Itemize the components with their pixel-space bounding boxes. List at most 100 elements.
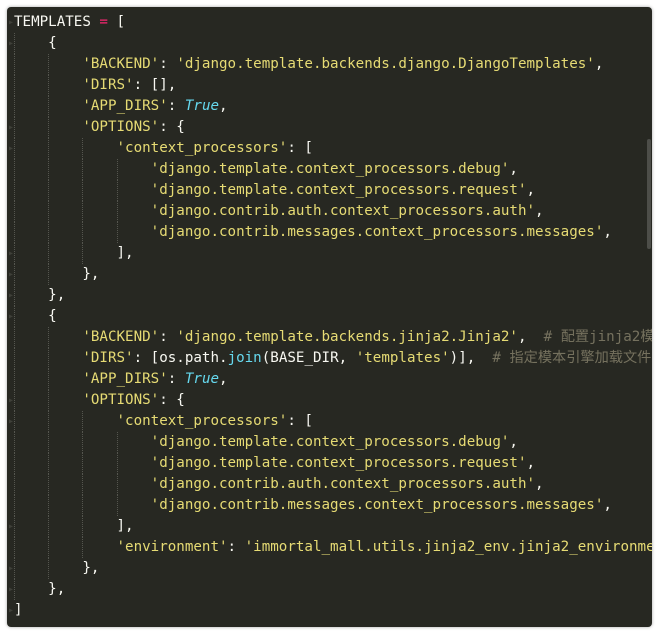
indent-guide — [48, 264, 50, 285]
code-line[interactable]: 'django.template.context_processors.requ… — [7, 453, 652, 474]
code-token: : — [167, 98, 185, 114]
code-line[interactable]: 'django.contrib.messages.context_process… — [7, 222, 652, 243]
code-token: , — [603, 224, 612, 240]
fold-marker-icon[interactable]: ▸ — [8, 306, 14, 327]
indent-guide — [116, 222, 118, 243]
vertical-scrollbar[interactable] — [647, 139, 651, 249]
fold-marker-icon[interactable]: ▸ — [8, 516, 14, 537]
fold-marker-icon[interactable]: ▸ — [8, 117, 14, 138]
indent-guide — [48, 390, 50, 411]
code-line[interactable]: ▸ ], — [7, 243, 652, 264]
string-token: 'context_processors' — [116, 413, 288, 429]
fold-marker-icon[interactable]: ▸ — [8, 33, 14, 54]
fold-marker-icon[interactable]: ▸ — [8, 558, 14, 579]
code-line[interactable]: 'BACKEND': 'django.template.backends.jin… — [7, 327, 652, 348]
indent-guide — [48, 432, 50, 453]
code-line[interactable]: ▸ 'OPTIONS': { — [7, 117, 652, 138]
fold-marker-icon[interactable]: ▸ — [8, 264, 14, 285]
code-token: : [], — [133, 77, 177, 93]
indent-guide — [82, 159, 84, 180]
code-line[interactable]: ▸ }, — [7, 285, 652, 306]
code-line[interactable]: 'APP_DIRS': True, — [7, 369, 652, 390]
code-line[interactable]: ▸ 'OPTIONS': { — [7, 390, 652, 411]
indent-guide — [14, 138, 15, 159]
code-line[interactable]: 'DIRS': [os.path.join(BASE_DIR, 'templat… — [7, 348, 652, 369]
code-line[interactable]: ▸ ], — [7, 516, 652, 537]
code-line[interactable]: 'django.contrib.messages.context_process… — [7, 495, 652, 516]
code-editor[interactable]: ▸ TEMPLATES = [▸ { 'BACKEND': 'django.tem… — [7, 7, 652, 627]
string-token: 'OPTIONS' — [82, 119, 160, 135]
code-token: , — [526, 182, 536, 198]
code-line[interactable]: 'APP_DIRS': True, — [7, 96, 652, 117]
string-token: 'BACKEND' — [82, 56, 160, 72]
code-line[interactable]: 'DIRS': [], — [7, 75, 652, 96]
string-token: 'django.contrib.auth.context_processors.… — [150, 203, 536, 219]
indent-guide — [116, 180, 118, 201]
string-token: 'django.template.backends.jinja2.Jinja2' — [176, 329, 518, 345]
indent-guide — [82, 201, 84, 222]
indent-guide — [14, 201, 15, 222]
fold-marker-icon[interactable]: ▸ — [8, 12, 14, 33]
code-line[interactable]: ▸ { — [7, 306, 652, 327]
string-token: 'django.template.context_processors.requ… — [150, 455, 527, 471]
indent-guide — [48, 159, 50, 180]
code-token: ], — [116, 245, 134, 261]
code-line[interactable]: ▸ }, — [7, 264, 652, 285]
indent-guide — [82, 516, 84, 537]
fold-marker-icon[interactable]: ▸ — [8, 579, 14, 600]
fold-marker-icon[interactable]: ▸ — [8, 411, 14, 432]
indent-guide — [14, 96, 15, 117]
code-token: , — [603, 497, 612, 513]
code-line[interactable]: ▸ { — [7, 33, 652, 54]
code-line[interactable]: ▸ }, — [7, 579, 652, 600]
indent-guide — [48, 201, 50, 222]
indent-guide — [14, 516, 15, 537]
indent-guide — [14, 117, 15, 138]
indent-guide — [48, 138, 50, 159]
indent-guide — [82, 138, 84, 159]
string-token: 'BACKEND' — [82, 329, 160, 345]
string-token: 'OPTIONS' — [82, 392, 160, 408]
string-token: 'django.contrib.messages.context_process… — [150, 497, 604, 513]
indent-guide — [48, 516, 50, 537]
fold-marker-icon[interactable]: ▸ — [8, 285, 14, 306]
keyword-token: True — [184, 98, 220, 114]
code-token: : — [159, 56, 177, 72]
code-line[interactable]: 'django.template.context_processors.debu… — [7, 159, 652, 180]
indent-guide — [116, 453, 118, 474]
code-token: : { — [159, 119, 185, 135]
code-token: , — [535, 476, 544, 492]
code-line[interactable]: 'BACKEND': 'django.template.backends.dja… — [7, 54, 652, 75]
indent-guide — [48, 453, 50, 474]
code-line[interactable]: 'django.template.context_processors.requ… — [7, 180, 652, 201]
code-token: , — [526, 455, 536, 471]
indent-guide — [48, 75, 50, 96]
code-token: : — [159, 329, 177, 345]
indent-guide — [48, 96, 50, 117]
indent-guide — [116, 201, 118, 222]
code-line[interactable]: 'environment': 'immortal_mall.utils.jinj… — [7, 537, 652, 558]
code-token: , — [594, 56, 604, 72]
fold-marker-icon[interactable]: ▸ — [8, 243, 14, 264]
string-token: 'django.template.backends.django.DjangoT… — [176, 56, 595, 72]
code-line[interactable]: 'django.contrib.auth.context_processors.… — [7, 201, 652, 222]
indent-guide — [82, 180, 84, 201]
code-line[interactable]: ▸ 'context_processors': [ — [7, 138, 652, 159]
indent-guide — [14, 495, 15, 516]
string-token: 'django.contrib.auth.context_processors.… — [150, 476, 536, 492]
code-line[interactable]: 'django.contrib.auth.context_processors.… — [7, 474, 652, 495]
code-token: )], — [449, 350, 493, 366]
fold-marker-icon[interactable]: ▸ — [8, 600, 14, 621]
code-line[interactable]: ▸ TEMPLATES = [ — [7, 12, 652, 33]
code-token: [ — [107, 14, 126, 30]
fold-marker-icon[interactable]: ▸ — [8, 138, 14, 159]
indent-guide — [14, 558, 15, 579]
indent-guide — [48, 369, 50, 390]
code-line[interactable]: ▸ }, — [7, 558, 652, 579]
fold-marker-icon[interactable]: ▸ — [8, 390, 14, 411]
code-line[interactable]: ▸ 'context_processors': [ — [7, 411, 652, 432]
code-line[interactable]: 'django.template.context_processors.debu… — [7, 432, 652, 453]
code-line[interactable]: ▸] — [7, 600, 652, 621]
